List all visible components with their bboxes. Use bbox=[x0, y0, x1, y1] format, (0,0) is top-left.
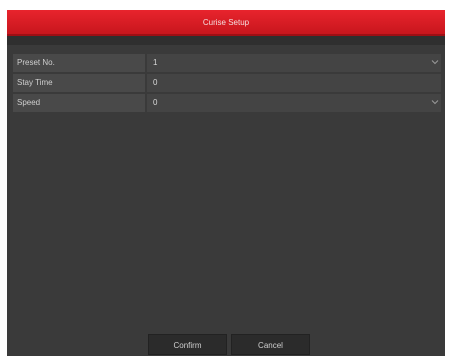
stay-time-input[interactable]: 0 bbox=[147, 74, 441, 92]
preset-no-row: Preset No. 1 bbox=[13, 54, 441, 72]
speed-value: 0 bbox=[153, 98, 158, 107]
dialog-buttons: Confirm Cancel bbox=[148, 334, 310, 355]
header-strip bbox=[7, 36, 445, 45]
preset-no-value: 1 bbox=[153, 58, 158, 67]
cruise-setup-dialog: Curise Setup Preset No. 1 Stay Time 0 Sp… bbox=[7, 10, 445, 356]
speed-select[interactable]: 0 bbox=[147, 94, 441, 112]
dialog-content: Preset No. 1 Stay Time 0 Speed 0 Confirm… bbox=[7, 45, 445, 356]
chevron-down-icon bbox=[431, 94, 439, 112]
preset-no-select[interactable]: 1 bbox=[147, 54, 441, 72]
preset-no-label: Preset No. bbox=[13, 54, 145, 72]
dialog-title: Curise Setup bbox=[202, 18, 250, 27]
speed-label: Speed bbox=[13, 94, 145, 112]
chevron-down-icon bbox=[431, 54, 439, 72]
dialog-title-bar: Curise Setup bbox=[7, 10, 445, 36]
stay-time-label: Stay Time bbox=[13, 74, 145, 92]
stay-time-row: Stay Time 0 bbox=[13, 74, 441, 92]
speed-row: Speed 0 bbox=[13, 94, 441, 112]
cancel-button[interactable]: Cancel bbox=[231, 334, 310, 355]
confirm-button[interactable]: Confirm bbox=[148, 334, 227, 355]
cruise-form: Preset No. 1 Stay Time 0 Speed 0 bbox=[13, 54, 441, 114]
stay-time-value: 0 bbox=[153, 78, 158, 87]
